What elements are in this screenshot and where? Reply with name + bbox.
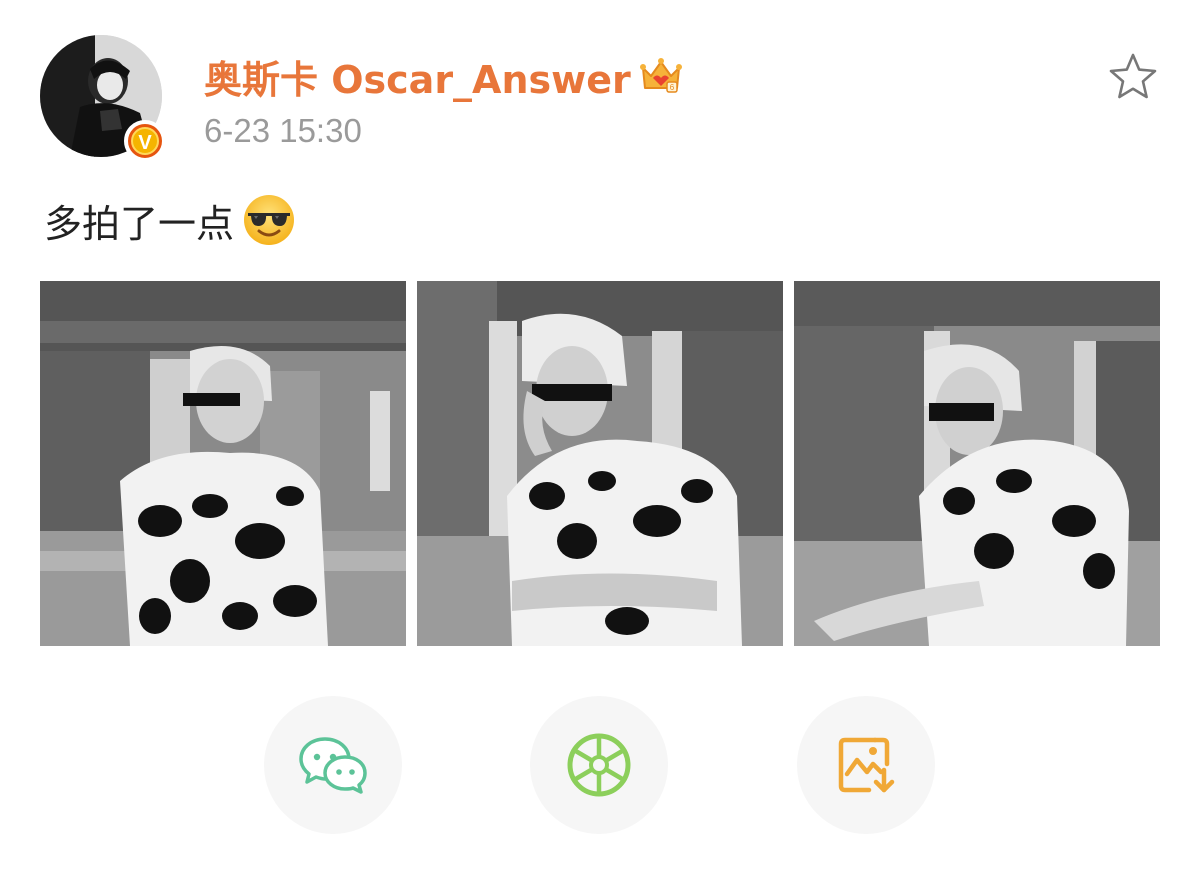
- share-moments-button[interactable]: [530, 696, 668, 834]
- sunglasses-face-emoji: [244, 195, 295, 245]
- author-name[interactable]: 奥斯卡 Oscar_Answer: [204, 49, 631, 104]
- svg-text:6: 6: [670, 83, 675, 92]
- save-image-icon: [838, 737, 895, 793]
- post-photo-3[interactable]: [794, 281, 1160, 646]
- verified-badge: V: [124, 120, 166, 162]
- post-timestamp: 6-23 15:30: [204, 112, 362, 149]
- author-row: 奥斯卡 Oscar_Answer 6: [204, 50, 683, 102]
- post-photo-2[interactable]: [417, 281, 783, 646]
- crown-icon[interactable]: 6: [639, 56, 683, 96]
- photo-grid: [40, 281, 1160, 646]
- moments-shutter-icon: [567, 733, 631, 797]
- post-photo-1[interactable]: [40, 281, 406, 646]
- save-image-button[interactable]: [797, 696, 935, 834]
- wechat-icon: [299, 737, 367, 794]
- post-content: 多拍了一点: [44, 192, 296, 248]
- share-wechat-button[interactable]: [264, 696, 402, 834]
- verified-v-icon: V: [131, 127, 159, 155]
- favorite-star-icon[interactable]: [1106, 50, 1160, 104]
- post-text: 多拍了一点: [44, 201, 235, 246]
